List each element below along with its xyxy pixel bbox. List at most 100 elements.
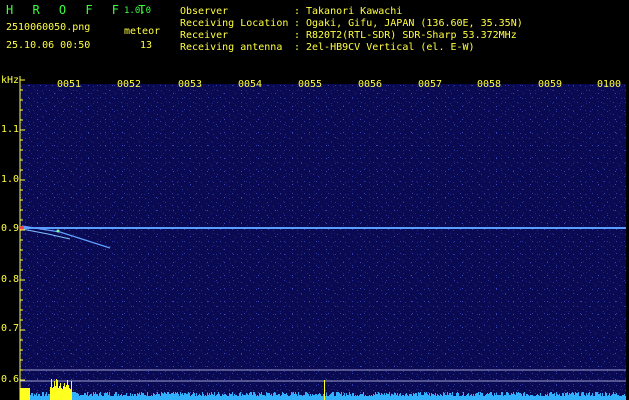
level-bar	[509, 395, 510, 400]
level-bar	[279, 394, 280, 400]
level-bar	[78, 394, 79, 400]
level-bar	[402, 395, 403, 400]
level-bar	[102, 396, 103, 400]
level-bar	[39, 394, 40, 400]
level-bar	[294, 394, 295, 400]
level-bar	[71, 381, 72, 400]
level-bar	[186, 394, 187, 400]
level-bar	[261, 392, 262, 400]
level-bar	[353, 393, 354, 400]
level-bar	[120, 395, 121, 400]
level-bar	[468, 393, 469, 400]
level-bar	[415, 393, 416, 400]
level-bar	[549, 393, 550, 400]
level-bar	[555, 396, 556, 400]
level-bar	[599, 394, 600, 400]
level-bar	[176, 393, 177, 400]
level-bar	[254, 392, 255, 400]
level-bar	[530, 395, 531, 400]
level-bar	[501, 392, 502, 400]
level-bar	[370, 396, 371, 400]
level-bar	[307, 393, 308, 400]
level-bar	[172, 393, 173, 400]
level-bar	[473, 394, 474, 400]
level-bar	[61, 388, 62, 400]
level-bar	[204, 396, 205, 400]
level-bar	[593, 396, 594, 400]
level-bar	[518, 392, 519, 400]
level-bar	[554, 393, 555, 400]
level-bar	[239, 393, 240, 400]
level-bar	[219, 394, 220, 400]
time-tick-0051: 0051	[57, 79, 82, 90]
level-bar	[523, 393, 524, 400]
level-bar	[356, 396, 357, 400]
level-bar	[461, 396, 462, 400]
info-location-key: Receiving Location	[180, 18, 289, 29]
level-bar	[209, 393, 210, 400]
level-bar	[613, 392, 614, 400]
level-bar	[274, 392, 275, 400]
level-bar	[313, 395, 314, 400]
level-bar	[335, 396, 336, 400]
level-bar	[338, 392, 339, 400]
level-bar	[132, 394, 133, 400]
level-bar	[23, 388, 24, 400]
level-bar	[416, 393, 417, 400]
level-bar	[602, 393, 603, 400]
level-bar	[431, 393, 432, 400]
level-bar	[359, 395, 360, 400]
level-bar	[51, 379, 52, 400]
level-bar	[57, 380, 58, 400]
level-bar	[236, 395, 237, 400]
level-bar	[168, 392, 169, 400]
time-tick-0054: 0054	[238, 79, 263, 90]
level-bar	[534, 396, 535, 400]
level-bar	[283, 393, 284, 400]
level-bar	[532, 395, 533, 400]
level-bar	[494, 393, 495, 400]
level-bar	[350, 394, 351, 400]
level-bar	[118, 394, 119, 400]
level-bar	[371, 395, 372, 400]
level-bar	[450, 393, 451, 400]
level-bar	[464, 396, 465, 400]
level-bar	[277, 395, 278, 400]
level-bar	[95, 392, 96, 400]
level-bar	[88, 396, 89, 400]
level-bar	[119, 396, 120, 400]
level-bar	[288, 396, 289, 400]
level-bar	[447, 392, 448, 400]
level-bar	[257, 395, 258, 400]
level-bar	[454, 396, 455, 400]
level-bar	[506, 392, 507, 400]
level-bar	[539, 396, 540, 400]
level-bar	[53, 387, 54, 400]
level-bar	[526, 394, 527, 400]
level-bar	[595, 392, 596, 400]
level-bar	[150, 396, 151, 400]
level-bar	[218, 392, 219, 400]
level-bar	[286, 393, 287, 400]
level-bar	[92, 396, 93, 400]
level-bar	[34, 394, 35, 400]
level-bar	[354, 396, 355, 400]
level-bar	[292, 393, 293, 400]
level-bar	[280, 396, 281, 400]
level-bar	[442, 396, 443, 400]
level-bar	[553, 394, 554, 400]
level-bar	[422, 395, 423, 400]
level-bar	[267, 393, 268, 400]
level-bar	[303, 395, 304, 400]
level-bar	[400, 393, 401, 400]
level-bar	[91, 394, 92, 400]
level-bar	[44, 396, 45, 400]
level-bar	[513, 392, 514, 400]
level-bar	[342, 396, 343, 400]
level-bar	[603, 396, 604, 400]
level-bar	[169, 394, 170, 400]
level-bar	[38, 394, 39, 400]
level-bar	[231, 394, 232, 400]
level-bar	[146, 396, 147, 400]
level-bar	[531, 395, 532, 400]
